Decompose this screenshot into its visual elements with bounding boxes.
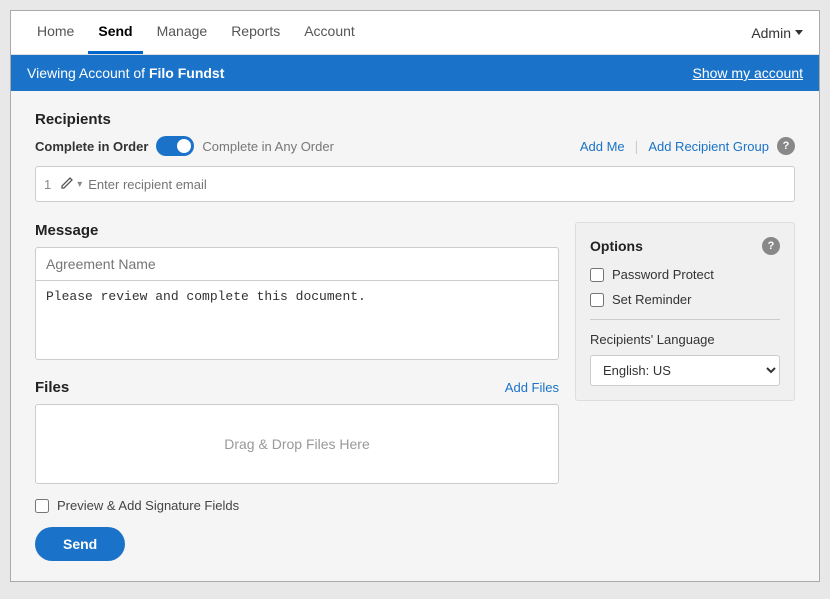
nav-reports[interactable]: Reports xyxy=(221,11,290,54)
options-help-icon[interactable]: ? xyxy=(762,237,780,255)
preview-label: Preview & Add Signature Fields xyxy=(57,498,239,513)
message-textarea[interactable]: Please review and complete this document… xyxy=(35,280,559,360)
password-protect-label: Password Protect xyxy=(612,267,714,282)
banner-text: Viewing Account of Filo Fundst xyxy=(27,65,224,81)
add-me-link[interactable]: Add Me xyxy=(580,139,625,154)
order-row: Complete in Order Complete in Any Order … xyxy=(35,136,795,156)
preview-checkbox[interactable] xyxy=(35,499,49,513)
message-files-col: Message Please review and complete this … xyxy=(35,222,559,561)
nav-send[interactable]: Send xyxy=(88,11,142,54)
options-divider xyxy=(590,319,780,320)
recipients-title: Recipients xyxy=(35,111,795,128)
show-my-account-link[interactable]: Show my account xyxy=(693,65,804,81)
preview-row: Preview & Add Signature Fields xyxy=(35,498,559,513)
complete-order-toggle[interactable] xyxy=(156,136,194,156)
recipient-email-input[interactable] xyxy=(88,177,786,192)
admin-menu[interactable]: Admin xyxy=(751,25,803,41)
password-protect-checkbox[interactable] xyxy=(590,268,604,282)
set-reminder-option: Set Reminder xyxy=(590,292,780,307)
complete-in-order-label: Complete in Order xyxy=(35,139,148,154)
viewing-account-banner: Viewing Account of Filo Fundst Show my a… xyxy=(11,55,819,91)
recipient-input-row: 1 ▾ xyxy=(35,166,795,202)
send-button[interactable]: Send xyxy=(35,527,125,561)
two-col-layout: Message Please review and complete this … xyxy=(35,222,795,561)
files-drop-zone[interactable]: Drag & Drop Files Here xyxy=(35,404,559,484)
options-title: Options xyxy=(590,238,643,254)
language-select[interactable]: English: US English: UK French German Sp… xyxy=(590,355,780,386)
nav-manage[interactable]: Manage xyxy=(147,11,218,54)
separator: | xyxy=(635,138,639,154)
pen-icon: ▾ xyxy=(59,176,82,192)
message-block: Please review and complete this document… xyxy=(35,247,559,363)
files-title: Files xyxy=(35,379,69,396)
admin-label: Admin xyxy=(751,25,791,41)
recipients-help-icon[interactable]: ? xyxy=(777,137,795,155)
drop-zone-label: Drag & Drop Files Here xyxy=(224,436,370,452)
recipient-number: 1 xyxy=(44,177,51,192)
add-files-link[interactable]: Add Files xyxy=(505,380,559,395)
complete-any-order-label: Complete in Any Order xyxy=(202,139,334,154)
set-reminder-label: Set Reminder xyxy=(612,292,691,307)
options-header: Options ? xyxy=(590,237,780,255)
message-title: Message xyxy=(35,222,559,239)
password-protect-option: Password Protect xyxy=(590,267,780,282)
set-reminder-checkbox[interactable] xyxy=(590,293,604,307)
admin-caret-icon xyxy=(795,30,803,35)
top-nav: Home Send Manage Reports Account Admin xyxy=(11,11,819,55)
agreement-name-input[interactable] xyxy=(35,247,559,280)
recipients-language-label: Recipients' Language xyxy=(590,332,780,347)
options-panel: Options ? Password Protect Set Reminder … xyxy=(575,222,795,401)
files-header: Files Add Files xyxy=(35,379,559,396)
toggle-slider xyxy=(156,136,194,156)
nav-account[interactable]: Account xyxy=(294,11,365,54)
icon-chevron: ▾ xyxy=(77,179,82,190)
main-content: Recipients Complete in Order Complete in… xyxy=(11,91,819,581)
nav-home[interactable]: Home xyxy=(27,11,84,54)
add-recipient-group-link[interactable]: Add Recipient Group xyxy=(648,139,769,154)
